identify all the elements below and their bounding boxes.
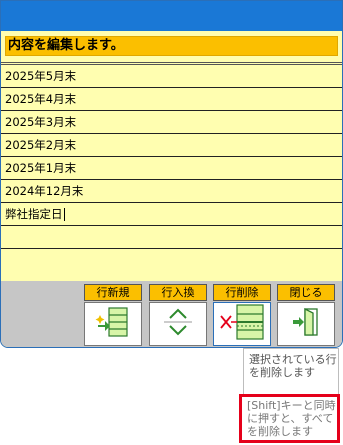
close-button[interactable] [277, 302, 335, 346]
title-bar [1, 1, 342, 31]
tooltip-description: 選択されている行を削除します [249, 353, 337, 379]
add-row-icon [95, 305, 131, 343]
swap-row-label: 行入換 [149, 284, 207, 301]
up-down-arrows-icon [160, 305, 196, 343]
delete-row-label: 行削除 [213, 284, 271, 301]
list-item[interactable]: 2025年1月末 [1, 157, 342, 180]
swap-row-button[interactable] [149, 302, 207, 346]
row-text: 2025年5月末 [5, 69, 77, 83]
swap-row-tool: 行入換 [149, 284, 207, 346]
row-text: 2024年12月末 [5, 184, 84, 198]
edit-window: 内容を編集します。 2025年5月末 2025年4月末 2025年3月末 202… [0, 0, 343, 348]
list-item[interactable] [1, 226, 342, 249]
list-item[interactable]: 2025年4月末 [1, 88, 342, 111]
new-row-tool: 行新規 [84, 284, 142, 346]
list-item-editing[interactable]: 弊社指定日 [1, 203, 342, 226]
row-text: 2025年1月末 [5, 161, 77, 175]
tooltip-shift-hint: [Shift]キーと同時に押すと、すべてを削除します [239, 394, 340, 443]
delete-row-icon [219, 303, 265, 345]
row-text: 2025年2月末 [5, 138, 77, 152]
row-list: 2025年5月末 2025年4月末 2025年3月末 2025年2月末 2025… [1, 62, 342, 272]
new-row-button[interactable] [84, 302, 142, 346]
list-item[interactable]: 2025年5月末 [1, 65, 342, 88]
list-item[interactable] [1, 249, 342, 272]
delete-tooltip: 選択されている行を削除します [Shift]キーと同時に押すと、すべてを削除しま… [239, 348, 340, 443]
row-text: 弊社指定日 [5, 207, 63, 221]
close-label: 閉じる [277, 284, 335, 301]
close-tool: 閉じる [277, 284, 335, 346]
page-heading: 内容を編集します。 [5, 36, 338, 56]
list-item[interactable]: 2024年12月末 [1, 180, 342, 203]
delete-row-tool: 行削除 [213, 284, 271, 346]
list-item[interactable]: 2025年3月末 [1, 111, 342, 134]
text-caret [63, 208, 65, 221]
row-text: 2025年4月末 [5, 92, 77, 106]
row-text: 2025年3月末 [5, 115, 77, 129]
list-item[interactable]: 2025年2月末 [1, 134, 342, 157]
delete-row-button[interactable] [213, 302, 271, 346]
toolbar: 行新規 行入換 行削除 閉じる [1, 281, 342, 347]
new-row-label: 行新規 [84, 284, 142, 301]
exit-door-icon [288, 305, 324, 343]
